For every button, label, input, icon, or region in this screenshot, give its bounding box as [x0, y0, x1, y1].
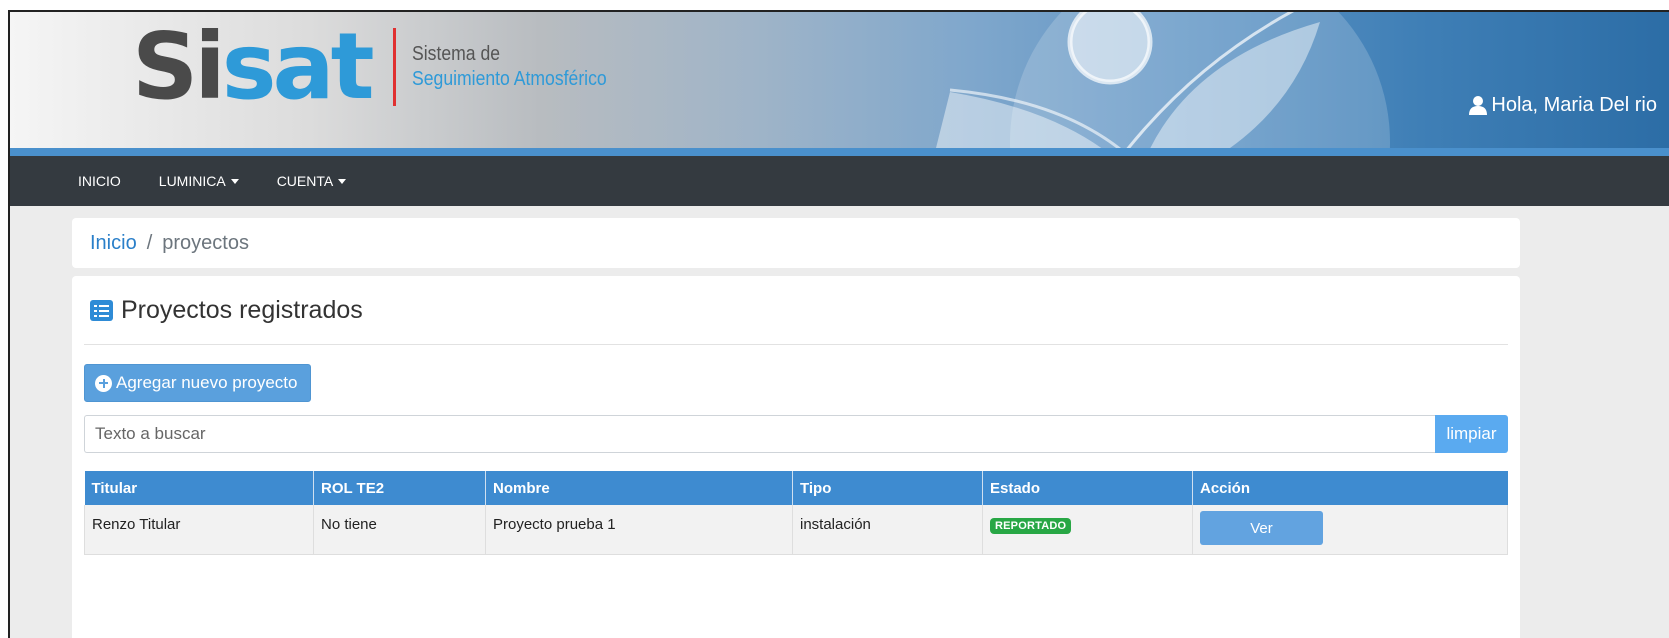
- logo-si: Si: [132, 13, 226, 120]
- plus-circle-icon: [95, 374, 112, 392]
- cell-titular: Renzo Titular: [84, 505, 314, 555]
- greeting-text: Hola, Maria Del rio: [1491, 94, 1657, 116]
- add-project-label: Agregar nuevo proyecto: [116, 373, 298, 392]
- nav-item-label: INICIO: [78, 173, 121, 189]
- logo-divider: [392, 28, 396, 106]
- nav-item-inicio[interactable]: INICIO: [78, 173, 121, 189]
- table-header-row: Titular ROL TE2 Nombre Tipo Estado Acció…: [84, 471, 1508, 505]
- column-header-tipo[interactable]: Tipo: [792, 471, 983, 505]
- breadcrumb: Inicio / proyectos: [72, 218, 1520, 268]
- projects-card: Proyectos registrados Agregar nuevo proy…: [72, 276, 1520, 638]
- breadcrumb-current: proyectos: [162, 231, 249, 254]
- cell-rol: No tiene: [313, 505, 486, 555]
- nav-item-cuenta[interactable]: CUENTA: [277, 173, 347, 189]
- cell-accion: Ver: [1192, 505, 1508, 555]
- table-row: Renzo Titular No tiene Proyecto prueba 1…: [84, 505, 1508, 555]
- column-header-accion[interactable]: Acción: [1192, 471, 1508, 505]
- breadcrumb-separator: /: [146, 231, 153, 254]
- status-badge: REPORTADO: [990, 518, 1072, 534]
- caret-down-icon: [338, 178, 347, 184]
- logo-subtitle: Sistema de Seguimiento Atmosférico: [412, 42, 607, 92]
- header-stripe: [10, 148, 1669, 156]
- main-navbar: INICIO LUMINICA CUENTA: [10, 156, 1669, 206]
- page-title-row: Proyectos registrados: [90, 296, 363, 325]
- search-bar: limpiar: [84, 415, 1508, 453]
- page-title: Proyectos registrados: [121, 296, 363, 324]
- column-header-estado[interactable]: Estado: [982, 471, 1193, 505]
- app-frame: Si sat Sistema de Seguimiento Atmosférico…: [8, 10, 1669, 638]
- clear-button[interactable]: limpiar: [1435, 415, 1508, 453]
- divider: [84, 344, 1508, 345]
- user-icon: [1469, 96, 1488, 115]
- column-header-nombre[interactable]: Nombre: [485, 471, 793, 505]
- header-decoration: [936, 12, 1390, 148]
- projects-table: Titular ROL TE2 Nombre Tipo Estado Acció…: [84, 471, 1508, 555]
- nav-item-label: CUENTA: [276, 173, 334, 189]
- add-project-button[interactable]: Agregar nuevo proyecto: [84, 364, 311, 402]
- logo-sat: sat: [221, 13, 375, 120]
- user-greeting[interactable]: Hola, Maria Del rio: [1469, 94, 1657, 117]
- cell-estado: REPORTADO: [982, 505, 1193, 555]
- sisat-logo[interactable]: Si sat Sistema de Seguimiento Atmosférico: [132, 13, 633, 120]
- logo-subtitle-line2: Seguimiento Atmosférico: [411, 68, 607, 90]
- search-input[interactable]: [84, 415, 1435, 453]
- column-header-rol[interactable]: ROL TE2: [313, 471, 486, 505]
- cell-nombre: Proyecto prueba 1: [485, 505, 793, 555]
- nav-item-luminica[interactable]: LUMINICA: [159, 173, 239, 189]
- breadcrumb-home-link[interactable]: Inicio: [90, 232, 137, 255]
- list-icon: [90, 300, 113, 321]
- logo-subtitle-line1: Sistema de: [411, 43, 500, 65]
- view-button[interactable]: Ver: [1200, 511, 1323, 545]
- site-header: Si sat Sistema de Seguimiento Atmosférico…: [10, 12, 1669, 148]
- column-header-titular[interactable]: Titular: [84, 471, 314, 505]
- cell-tipo: instalación: [792, 505, 983, 555]
- caret-down-icon: [230, 178, 239, 184]
- nav-item-label: LUMINICA: [158, 173, 226, 189]
